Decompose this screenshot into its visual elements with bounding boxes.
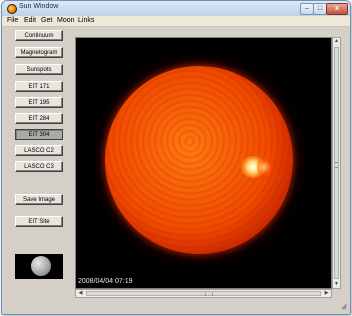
moon-phase-thumbnail[interactable]: [15, 254, 63, 279]
horizontal-scrollbar[interactable]: ◀ ▶: [75, 289, 332, 298]
vertical-scroll-thumb[interactable]: [334, 47, 339, 279]
scroll-down-arrow-icon[interactable]: ▼: [333, 281, 340, 288]
window-title: Sun Window: [19, 3, 59, 10]
title-bar[interactable]: Sun Window – □ x: [2, 1, 350, 16]
image-timestamp: 2008/04/04 07:19: [78, 278, 133, 285]
scroll-right-arrow-icon[interactable]: ▶: [323, 290, 330, 297]
solar-image-viewer[interactable]: 2008/04/04 07:19: [75, 37, 332, 289]
scroll-left-arrow-icon[interactable]: ◀: [77, 290, 84, 297]
eit-171-button[interactable]: EIT 171: [15, 81, 63, 92]
sunspots-button[interactable]: Sunspots: [15, 64, 63, 75]
client-area: Continuum Magnetogram Sunspots EIT 171 E…: [2, 27, 350, 314]
sun-window: Sun Window – □ x File Edit Get Moon Link…: [1, 0, 351, 315]
save-image-button[interactable]: Save Image: [15, 194, 63, 205]
scroll-up-arrow-icon[interactable]: ▲: [333, 38, 340, 45]
moon-icon: [31, 256, 51, 276]
vertical-grip-icon: [335, 162, 338, 168]
horizontal-grip-icon: [205, 293, 213, 296]
eit-195-button[interactable]: EIT 195: [15, 97, 63, 108]
menu-edit[interactable]: Edit: [24, 16, 36, 26]
eit-304-button[interactable]: EIT 304: [15, 129, 63, 140]
solar-prominence: [257, 158, 271, 176]
continuum-button[interactable]: Continuum: [15, 30, 63, 41]
minimize-button[interactable]: –: [300, 3, 314, 15]
eit-site-button[interactable]: EIT Site: [15, 216, 63, 227]
sun-icon: [7, 4, 17, 14]
menu-moon[interactable]: Moon: [57, 16, 75, 26]
resize-grip-icon[interactable]: ◢: [341, 303, 349, 311]
menu-bar: File Edit Get Moon Links: [2, 16, 350, 27]
eit-284-button[interactable]: EIT 284: [15, 113, 63, 124]
menu-links[interactable]: Links: [78, 16, 94, 26]
magnetogram-button[interactable]: Magnetogram: [15, 47, 63, 58]
lasco-c3-button[interactable]: LASCO C3: [15, 161, 63, 172]
close-button[interactable]: x: [326, 3, 348, 15]
lasco-c2-button[interactable]: LASCO C2: [15, 145, 63, 156]
maximize-button[interactable]: □: [313, 3, 327, 15]
menu-get[interactable]: Get: [41, 16, 52, 26]
vertical-scrollbar[interactable]: ▲ ▼: [332, 37, 341, 289]
horizontal-scroll-thumb[interactable]: [86, 291, 321, 296]
menu-file[interactable]: File: [7, 16, 18, 26]
